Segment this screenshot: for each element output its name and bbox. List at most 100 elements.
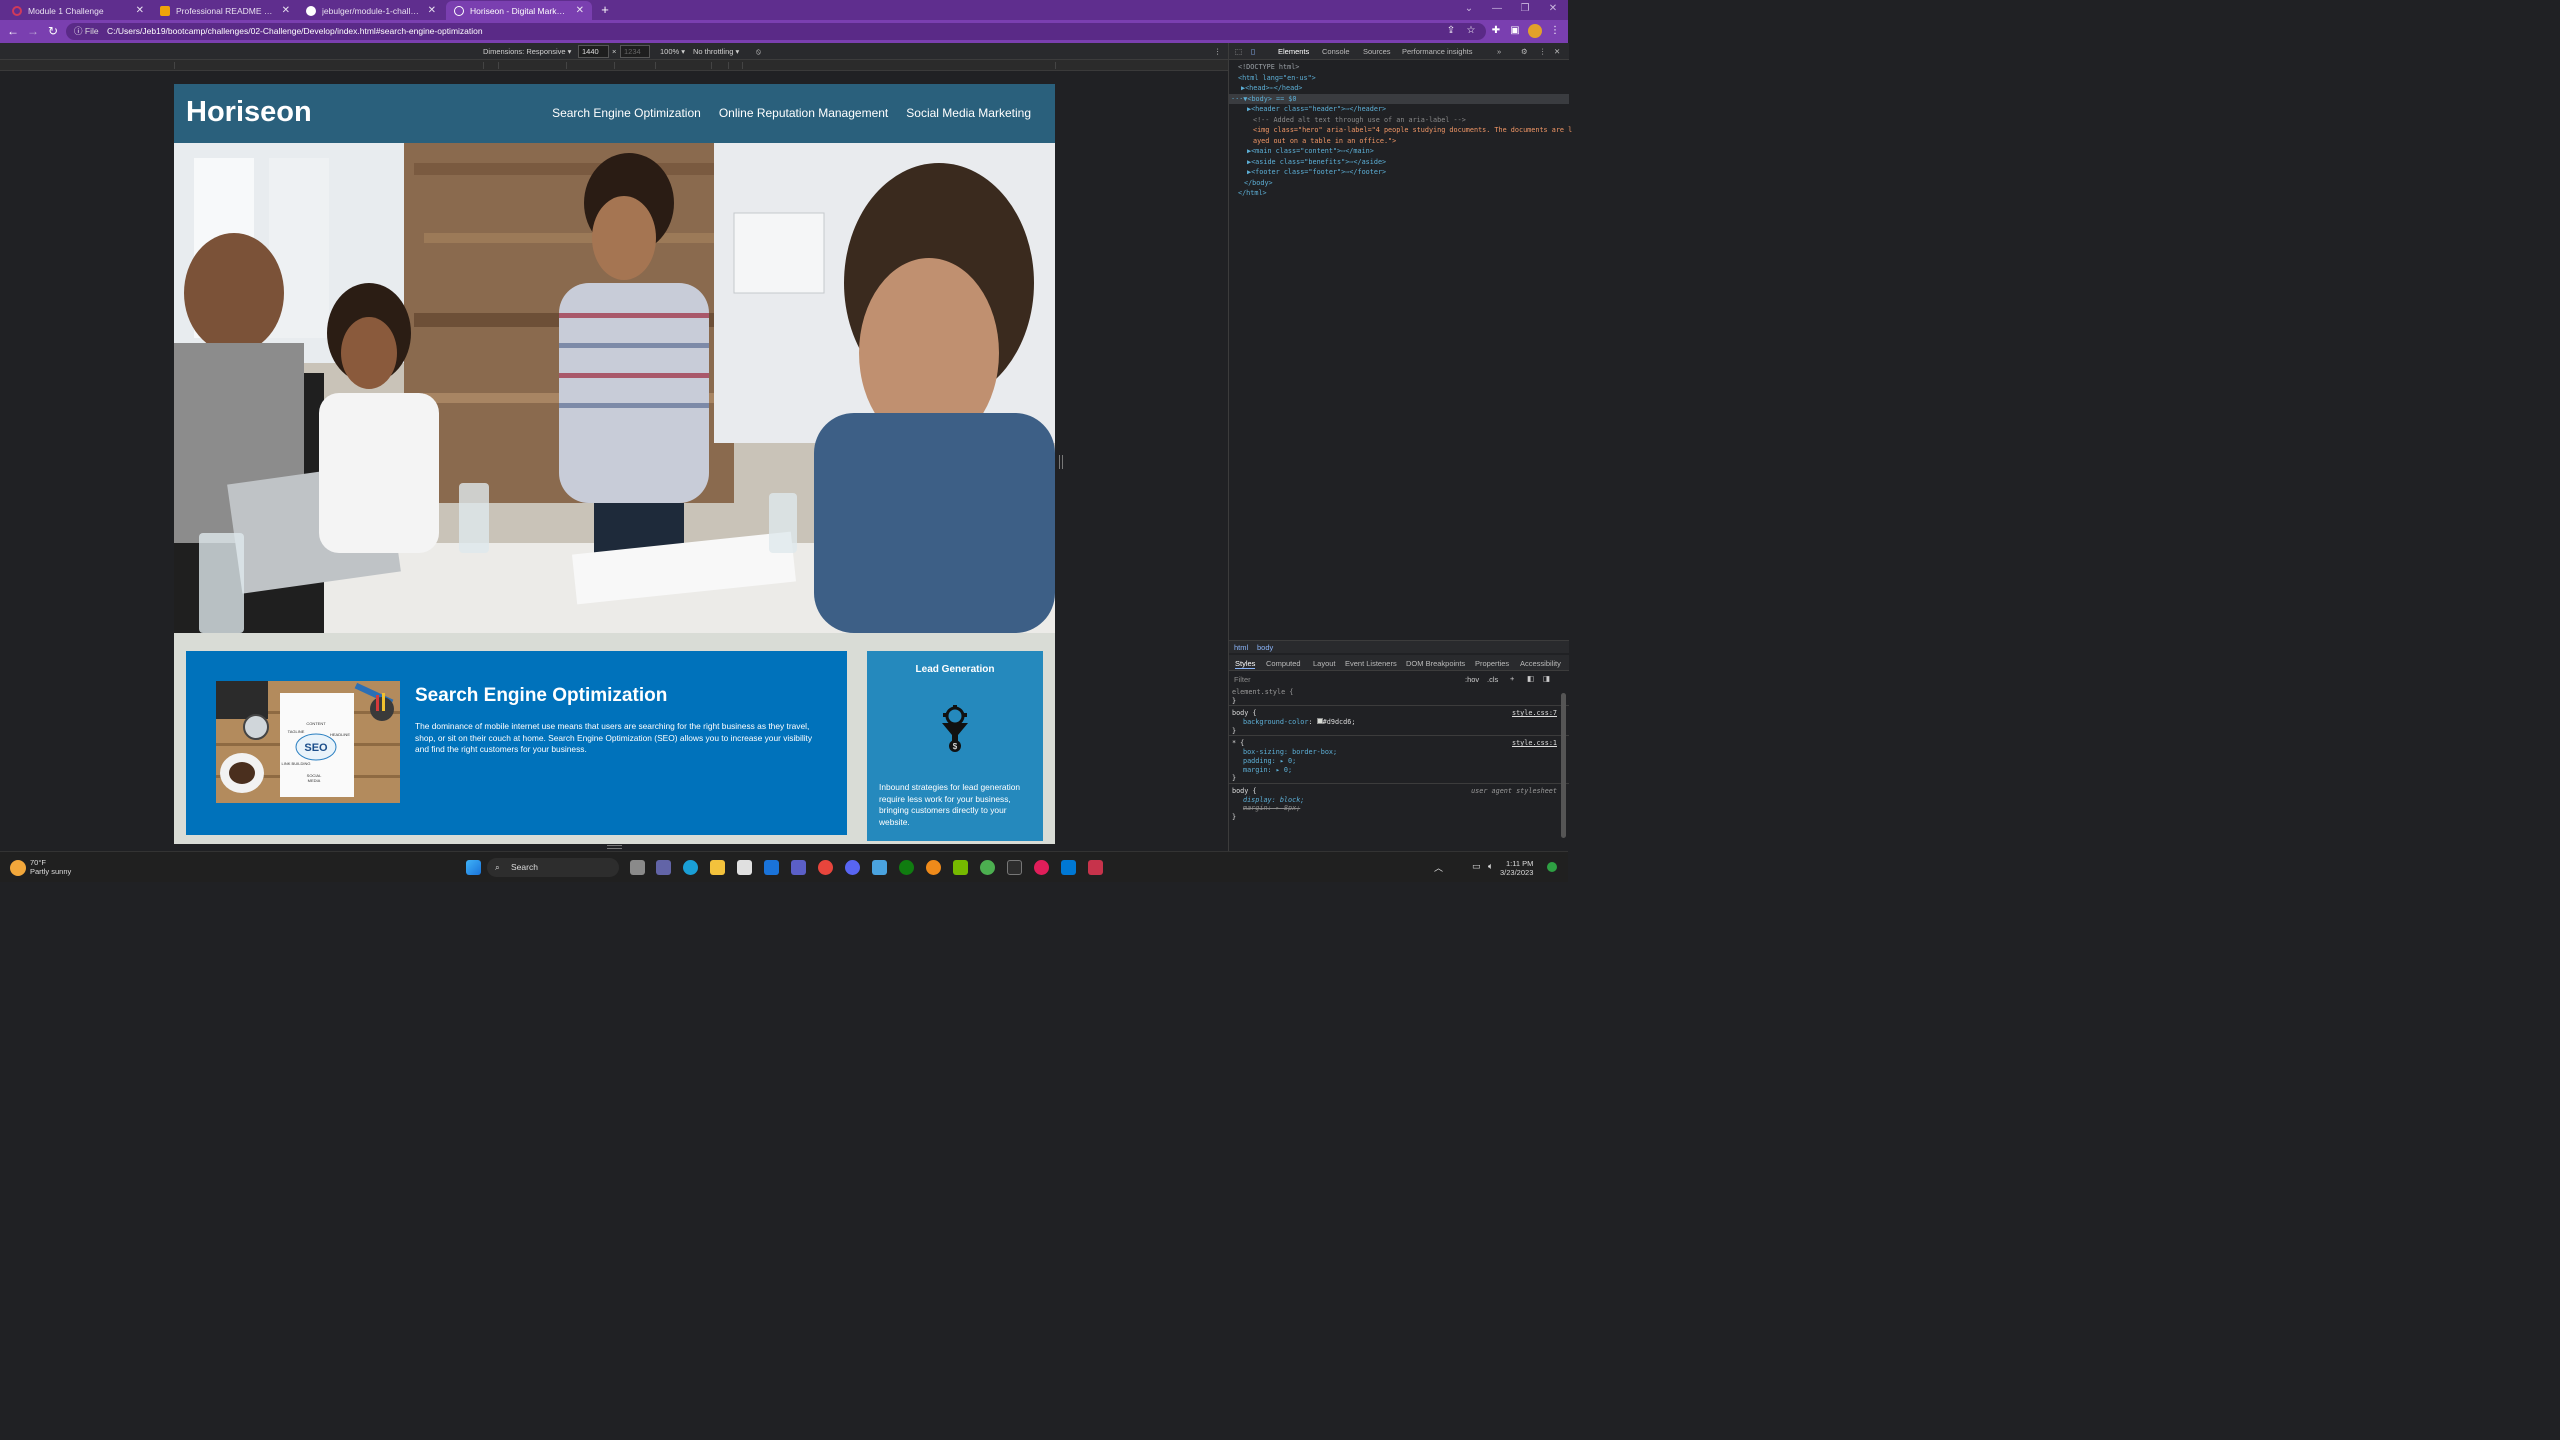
close-icon[interactable]: ✕ (282, 5, 290, 16)
slack-icon[interactable] (1034, 860, 1049, 875)
clock[interactable]: 1:11 PM 3/23/2023 (1500, 859, 1533, 877)
rule-source-link[interactable]: style.css:7 (1512, 709, 1557, 718)
device-mode-icon[interactable]: ▯ (1251, 47, 1255, 56)
back-icon[interactable]: ← (6, 24, 20, 38)
css-declaration[interactable]: background-color: #d9dcd6; (1229, 718, 1569, 727)
css-rule-selector[interactable]: body { style.css:7 (1229, 709, 1569, 718)
close-window-icon[interactable]: ✕ (1546, 3, 1560, 14)
settings-gear-icon[interactable]: ⚙ (1521, 47, 1528, 56)
more-options-icon[interactable]: ⋮ (1214, 47, 1222, 56)
dom-line[interactable]: ▶<aside class="benefits">⋯</aside> (1229, 157, 1569, 168)
width-input[interactable]: 1440 (578, 45, 609, 58)
inspect-element-icon[interactable]: ⬚ (1235, 47, 1242, 56)
network-icon[interactable]: ▭ (1472, 861, 1481, 872)
taskbar-search[interactable]: ⌕ Search (487, 858, 619, 877)
tab-readme-guide[interactable]: Professional README Guide | Th ✕ (152, 1, 298, 20)
tab-performance-insights[interactable]: Performance insights (1402, 47, 1472, 56)
styles-filter-input[interactable]: Filter (1234, 675, 1251, 684)
css-rule-selector[interactable]: body { user agent stylesheet (1229, 787, 1569, 796)
side-panel-icon[interactable]: ▣ (1508, 24, 1522, 38)
tab-dom-breakpoints[interactable]: DOM Breakpoints (1406, 659, 1465, 668)
class-toggle[interactable]: .cls (1487, 675, 1498, 684)
close-devtools-icon[interactable]: ✕ (1554, 47, 1560, 56)
styles-scrollbar[interactable] (1561, 693, 1566, 838)
menu-kebab-icon[interactable]: ⋮ (1548, 24, 1562, 38)
tab-layout[interactable]: Layout (1313, 659, 1336, 668)
weather-widget[interactable] (10, 860, 26, 876)
share-icon[interactable]: ⇪ (1444, 24, 1458, 38)
height-input[interactable]: 1234 (620, 45, 650, 58)
close-icon[interactable]: ✕ (428, 5, 436, 16)
edge-browser-icon[interactable] (683, 860, 698, 875)
rotate-icon[interactable]: ⦸ (756, 47, 761, 57)
element-style-rule[interactable]: element.style { (1229, 688, 1569, 697)
teams-chat-icon[interactable] (656, 860, 671, 875)
media-query-ruler[interactable] (0, 60, 1228, 71)
dom-line[interactable]: ▶<main class="content">⋯</main> (1229, 146, 1569, 157)
bookmark-star-icon[interactable]: ☆ (1464, 24, 1478, 38)
info-icon[interactable]: ⓘ (74, 26, 83, 36)
tab-elements[interactable]: Elements (1278, 47, 1309, 56)
dom-line[interactable]: <!-- Added alt text through use of an ar… (1229, 115, 1569, 126)
nav-link-social[interactable]: Social Media Marketing (906, 106, 1031, 120)
close-icon[interactable]: ✕ (136, 5, 144, 16)
tab-sources[interactable]: Sources (1363, 47, 1391, 56)
new-rule-icon[interactable]: + (1510, 674, 1514, 683)
media-player-icon[interactable] (791, 860, 806, 875)
dom-line[interactable]: ▶<footer class="footer">⋯</footer> (1229, 167, 1569, 178)
css-declaration[interactable]: box-sizing: border-box; (1229, 748, 1569, 757)
breadcrumb-html[interactable]: html (1234, 643, 1248, 652)
weather-text[interactable]: 70°F Partly sunny (30, 858, 71, 876)
maximize-icon[interactable]: ❐ (1518, 3, 1532, 14)
dom-line[interactable]: <img class="hero" aria-label="4 people s… (1229, 125, 1572, 136)
tab-accessibility[interactable]: Accessibility (1520, 659, 1561, 668)
hover-state-toggle[interactable]: :hov (1465, 675, 1479, 684)
viewport-width-resize-handle[interactable] (1059, 455, 1063, 469)
tab-styles[interactable]: Styles (1235, 659, 1256, 669)
tab-event-listeners[interactable]: Event Listeners (1345, 659, 1397, 668)
zoom-dropdown[interactable]: 100% ▾ (660, 47, 685, 56)
rule-source-link[interactable]: style.css:1 (1512, 739, 1557, 748)
snipping-tool-icon[interactable] (1088, 860, 1103, 875)
file-explorer-icon[interactable] (710, 860, 725, 875)
photos-icon[interactable] (872, 860, 887, 875)
task-view-icon[interactable] (630, 860, 645, 875)
xbox-icon[interactable] (899, 860, 914, 875)
dom-line[interactable]: <html lang="en-us"> (1229, 73, 1569, 84)
viewport-height-resize-handle[interactable] (607, 845, 622, 849)
mail-icon[interactable] (764, 860, 779, 875)
tab-properties[interactable]: Properties (1475, 659, 1509, 668)
volume-icon[interactable]: 🔈︎ (1488, 861, 1493, 872)
new-tab-button[interactable]: + (598, 2, 612, 18)
profile-avatar[interactable] (1528, 24, 1542, 38)
reload-icon[interactable]: ↻ (46, 24, 60, 38)
minimize-icon[interactable]: — (1490, 3, 1504, 14)
app-icon[interactable] (926, 860, 941, 875)
close-icon[interactable]: ✕ (576, 5, 584, 16)
tab-computed[interactable]: Computed (1266, 659, 1301, 668)
address-bar[interactable]: ⓘ File C:/Users/Jeb19/bootcamp/challenge… (66, 23, 1486, 40)
nvidia-icon[interactable] (953, 860, 968, 875)
more-options-icon[interactable]: ⋮ (1539, 47, 1547, 56)
forward-icon[interactable]: → (26, 24, 40, 38)
dimensions-dropdown[interactable]: Dimensions: Responsive ▾ (483, 47, 571, 56)
tab-search-icon[interactable]: ⌄ (1462, 3, 1476, 14)
start-windows-icon[interactable] (466, 860, 481, 875)
breadcrumb-body[interactable]: body (1257, 643, 1273, 652)
dom-line[interactable]: ayed out on a table in an office."> (1229, 136, 1569, 147)
site-logo[interactable]: Horiseon (186, 96, 312, 129)
terminal-icon[interactable] (1007, 860, 1022, 875)
tab-console[interactable]: Console (1322, 47, 1350, 56)
chrome-icon[interactable] (818, 860, 833, 875)
tab-horiseon[interactable]: Horiseon - Digital Marketing Ag ✕ (446, 1, 592, 20)
dom-line[interactable]: ▶<head>⋯</head> (1229, 83, 1569, 94)
more-tabs-icon[interactable]: » (1497, 47, 1501, 56)
dom-line[interactable]: <!DOCTYPE html> (1229, 62, 1569, 73)
dom-line-selected[interactable]: ···▼<body> == $0 (1229, 93, 1569, 104)
tab-github[interactable]: jebulger/module-1-challenge ✕ (298, 1, 444, 20)
css-declaration[interactable]: margin: ▸ 0; (1229, 766, 1569, 775)
element-state-icon[interactable]: ◧ (1527, 674, 1534, 683)
nav-link-reputation[interactable]: Online Reputation Management (719, 106, 888, 120)
notification-badge[interactable] (1547, 862, 1557, 872)
dom-line[interactable]: </html> (1229, 188, 1569, 199)
